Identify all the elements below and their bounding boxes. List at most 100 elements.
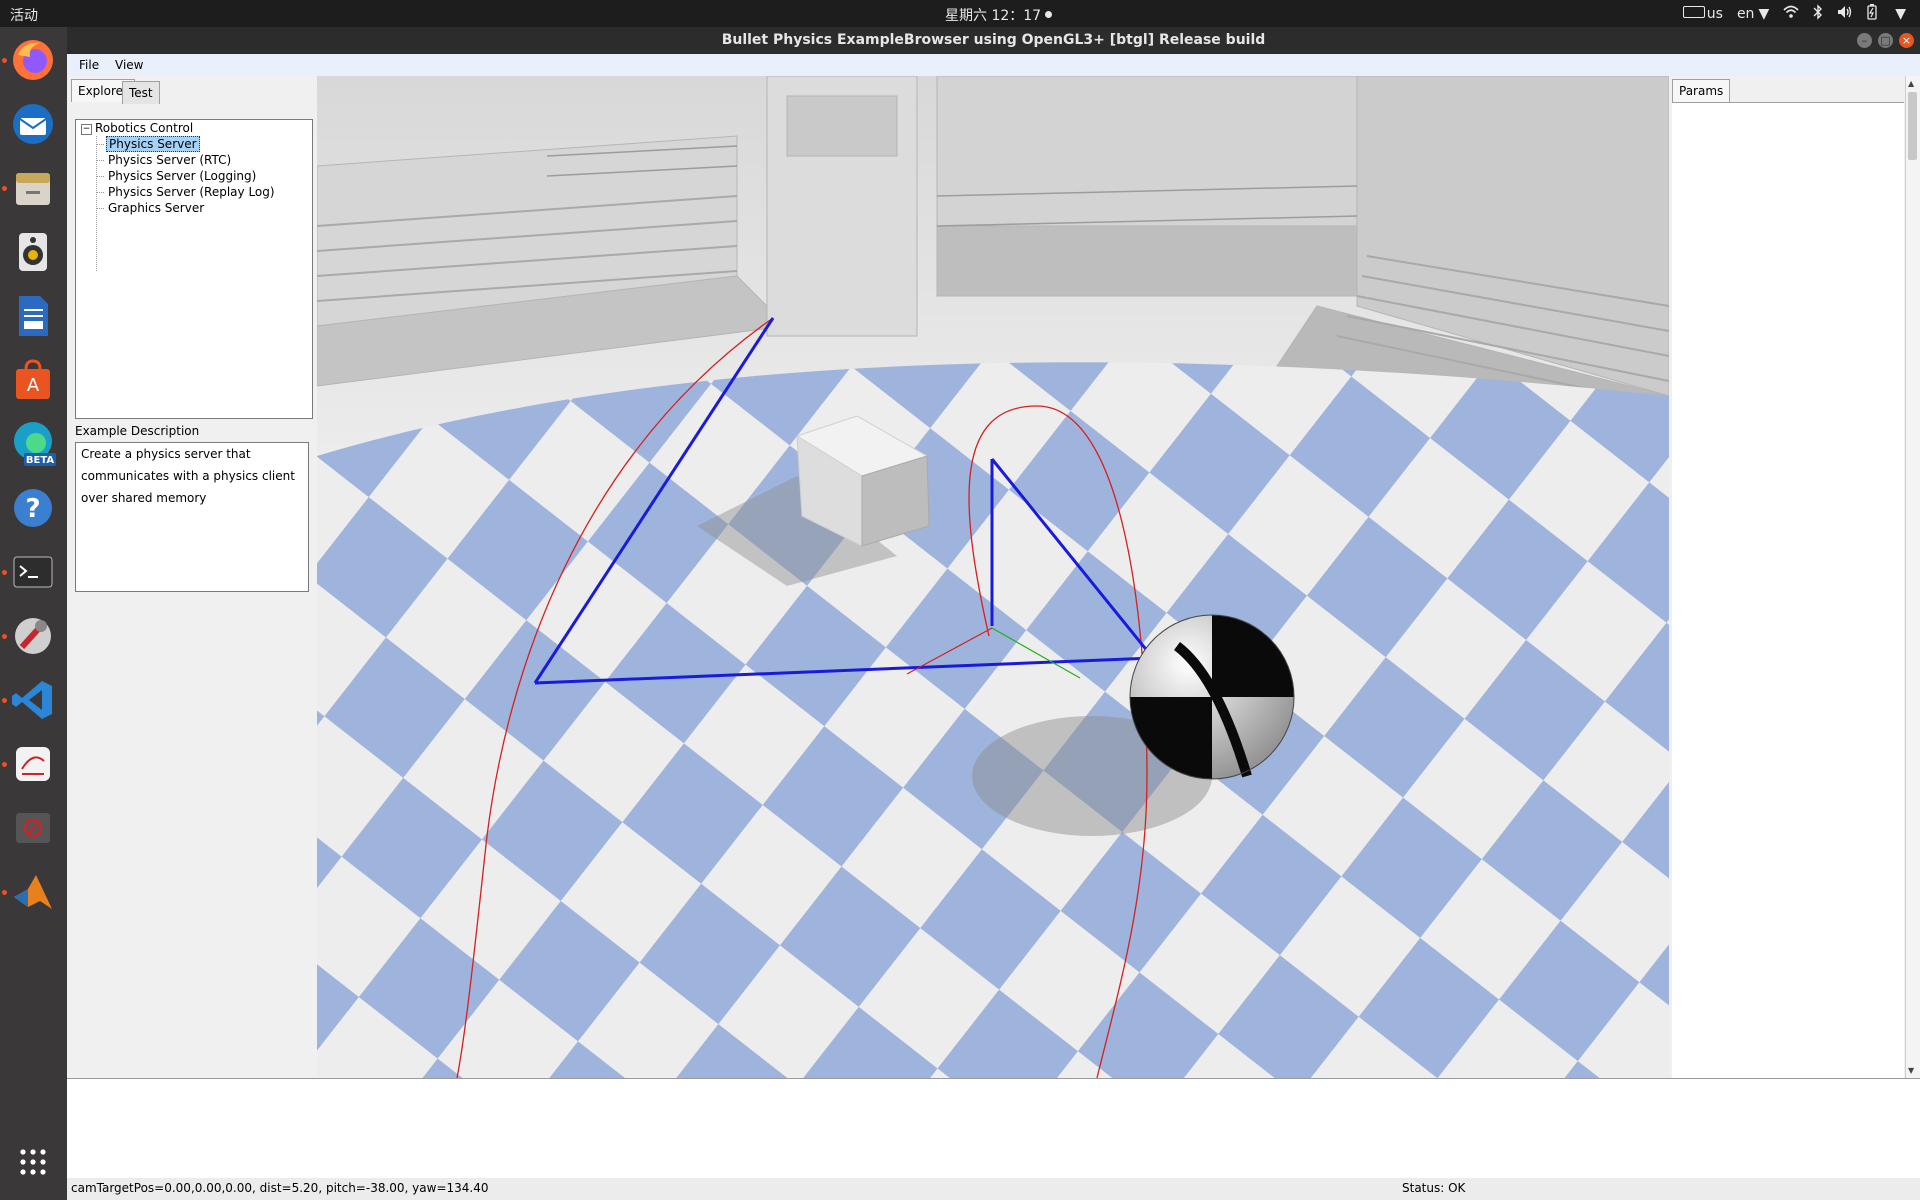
wrench-icon [15, 618, 51, 654]
scroll-down-icon[interactable]: ▼ [1908, 1066, 1914, 1075]
help-icon: ? [14, 489, 52, 527]
chevron-down-icon: ▼ [1758, 6, 1770, 22]
store-icon: A [16, 359, 50, 399]
dock-software[interactable]: A [8, 355, 58, 405]
tree-item-label: Graphics Server [108, 201, 205, 215]
speaker-icon [19, 233, 47, 271]
scroll-thumb[interactable] [1908, 92, 1917, 160]
menu-view[interactable]: View [115, 58, 143, 72]
tree-root[interactable]: Robotics Control [95, 121, 193, 136]
description-line: over shared memory [81, 491, 207, 505]
tree-item-physics-server-replay-log[interactable]: Physics Server (Replay Log) [108, 185, 275, 200]
volume-icon[interactable] [1837, 5, 1853, 23]
tree-line [96, 208, 104, 209]
tree-line [96, 176, 104, 177]
battery-icon[interactable] [1867, 4, 1877, 24]
camera-status: camTargetPos=0.00,0.00,0.00, dist=5.20, … [71, 1181, 489, 1195]
description-title: Example Description [75, 424, 200, 438]
bluetooth-icon[interactable] [1813, 4, 1823, 24]
document-icon [19, 296, 48, 336]
firefox-icon [13, 40, 53, 80]
explorer-panel: Explorer Test − Robotics Control Physics… [67, 76, 318, 1078]
window-title-bar: Bullet Physics ExampleBrowser using Open… [67, 27, 1920, 54]
pen-icon [16, 747, 50, 781]
system-menu-chevron-icon[interactable]: ▼ [1895, 6, 1906, 22]
tree-item-label: Physics Server (Logging) [108, 169, 257, 183]
dock-firefox[interactable] [8, 35, 58, 85]
physics-viewport[interactable] [317, 76, 1669, 1078]
window-title: Bullet Physics ExampleBrowser using Open… [721, 32, 1266, 48]
tree-line [96, 136, 97, 271]
edge-icon: BETA [14, 422, 56, 466]
notification-dot-icon [1045, 11, 1053, 18]
matlab-icon [14, 875, 52, 909]
description-box: Create a physics server that communicate… [75, 442, 309, 592]
dock-blocked-app[interactable] [8, 803, 58, 853]
params-panel: Params ▲ ▼ [1669, 76, 1920, 1079]
clock[interactable]: 星期六 12：17 [945, 5, 1053, 25]
running-indicator [2, 762, 7, 767]
tree-item-label: Physics Server (Replay Log) [108, 185, 275, 199]
running-indicator [2, 570, 7, 575]
svg-text:A: A [27, 375, 40, 396]
language-selector[interactable]: en ▼ [1737, 6, 1769, 22]
show-apps-button[interactable] [8, 1137, 58, 1187]
dock-editor[interactable] [8, 739, 58, 789]
wifi-icon[interactable] [1783, 5, 1799, 23]
dock-edge-beta[interactable]: BETA [8, 419, 58, 469]
tree-line [96, 144, 104, 145]
blocked-icon [16, 813, 50, 843]
tree-line [96, 160, 104, 161]
params-area [1672, 102, 1904, 1079]
tree-item-physics-server-logging[interactable]: Physics Server (Logging) [108, 169, 256, 184]
svg-text:?: ? [25, 494, 40, 524]
tree-item-graphics-server[interactable]: Graphics Server [108, 201, 204, 216]
keyboard-icon [1682, 6, 1705, 18]
terminal-icon [13, 556, 53, 588]
dock-thunderbird[interactable] [8, 99, 58, 149]
menu-bar: File View [67, 54, 1920, 76]
tree-item-label: Physics Server [106, 136, 200, 152]
keyboard-indicator[interactable]: us [1682, 6, 1723, 22]
dock-files[interactable] [8, 163, 58, 213]
tree-item-physics-server-rtc[interactable]: Physics Server (RTC) [108, 153, 231, 168]
menu-file[interactable]: File [79, 58, 99, 72]
sphere [1129, 614, 1295, 780]
close-button[interactable]: × [1899, 33, 1914, 48]
dock-tweaks[interactable] [8, 611, 58, 661]
minimize-button[interactable]: – [1857, 33, 1872, 48]
description-line: Create a physics server that [81, 447, 251, 461]
running-indicator [2, 58, 7, 63]
system-tray: us en ▼ ▼ [1682, 4, 1906, 24]
language-label: en [1736, 6, 1755, 22]
tree-item-label: Physics Server (RTC) [108, 153, 232, 167]
running-indicator [2, 890, 7, 895]
dock-rhythmbox[interactable] [8, 227, 58, 277]
status-text: Status: OK [1402, 1181, 1466, 1195]
example-tree: − Robotics Control Physics Server Physic… [75, 119, 313, 419]
keyboard-layout: us [1706, 6, 1723, 22]
tree-item-physics-server[interactable]: Physics Server [106, 136, 200, 152]
description-line: communicates with a physics client [81, 469, 295, 483]
dock-vscode[interactable] [8, 675, 58, 725]
status-bar: camTargetPos=0.00,0.00,0.00, dist=5.20, … [67, 1178, 1920, 1200]
scroll-up-icon[interactable]: ▲ [1908, 79, 1914, 88]
tree-root-label: Robotics Control [95, 121, 194, 135]
dock-terminal[interactable] [8, 547, 58, 597]
top-bar: 活动 星期六 12：17 us en ▼ ▼ [0, 0, 1920, 27]
window-controls: – □ × [1857, 33, 1914, 48]
maximize-button[interactable]: □ [1878, 33, 1893, 48]
console-output[interactable] [67, 1078, 1920, 1179]
activities-button[interactable]: 活动 [10, 5, 38, 25]
apps-grid-icon [20, 1149, 46, 1175]
dock-help[interactable]: ? [8, 483, 58, 533]
running-indicator [2, 698, 7, 703]
files-icon [16, 173, 50, 205]
tab-params[interactable]: Params [1672, 79, 1731, 102]
dock: A BETA ? [0, 27, 67, 1200]
vertical-scrollbar[interactable]: ▲ ▼ [1905, 76, 1920, 1078]
collapse-icon[interactable]: − [81, 124, 92, 135]
tab-test[interactable]: Test [122, 81, 160, 104]
dock-matlab[interactable] [8, 867, 58, 917]
dock-writer[interactable] [8, 291, 58, 341]
